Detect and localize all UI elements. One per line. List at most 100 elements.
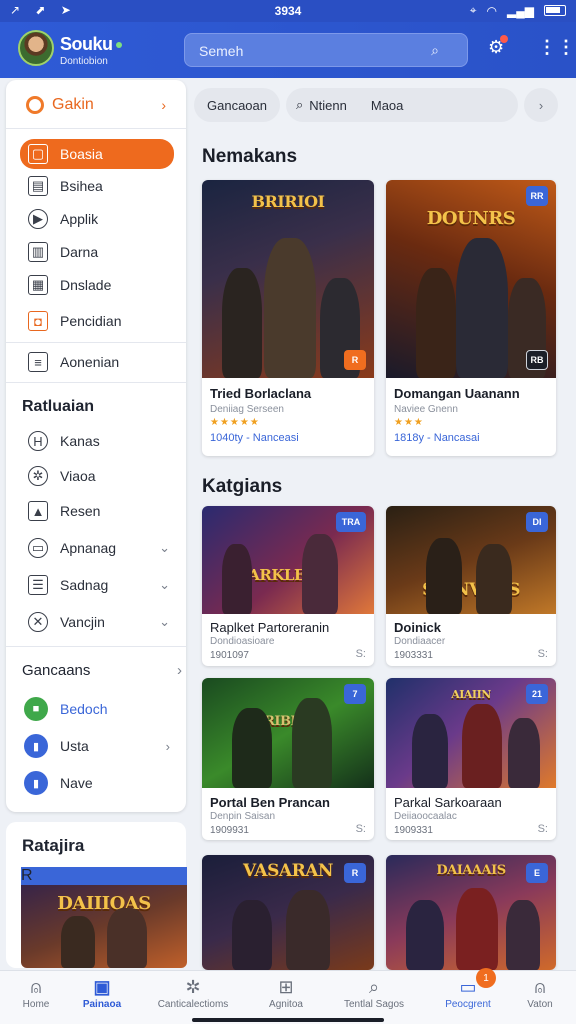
divider bbox=[6, 342, 186, 343]
chevron-down-icon[interactable]: ⌄ bbox=[159, 614, 170, 630]
green-badge-icon: ■ bbox=[24, 697, 48, 721]
x-circle-icon: ✕ bbox=[28, 612, 48, 632]
hero-figure bbox=[232, 900, 272, 970]
platform-tag: R bbox=[344, 350, 366, 370]
game-developer: Deiiaoocaalac bbox=[394, 811, 457, 822]
filter-term: Maoa bbox=[370, 97, 404, 113]
sidebar-item-viaoa[interactable]: ✲ Viaoa bbox=[20, 461, 174, 491]
category-card[interactable]: ARKLEDS TRA Raplket Partoreranin Dondioa… bbox=[202, 506, 374, 666]
sidebar-item-vancjin[interactable]: ✕ Vancjin ⌄ bbox=[20, 607, 174, 637]
sidebar-feature-card[interactable]: Ratajira DAIIIOAS R bbox=[6, 822, 187, 968]
nav-tentlal-sagos[interactable]: ⌕ Tentlal Sagos bbox=[332, 977, 416, 1010]
game-developer: Deniiag Serseen bbox=[210, 404, 284, 415]
sidebar-item-darna[interactable]: ▥ Darna bbox=[20, 237, 174, 267]
calendar-icon: ▤ bbox=[28, 176, 48, 196]
chevron-down-icon[interactable]: ⌄ bbox=[159, 540, 170, 556]
download-icon[interactable]: S: bbox=[356, 823, 366, 835]
nav-canticalectioms[interactable]: ✲ Canticalectioms bbox=[150, 977, 236, 1010]
brand: Souku Dontiobion bbox=[60, 34, 122, 67]
chevron-down-icon[interactable]: ⌄ bbox=[159, 577, 170, 593]
game-art-title: BRIRIOI bbox=[251, 192, 325, 211]
sidebar-header-label: Gakin bbox=[52, 96, 94, 113]
section-header-gancaans[interactable]: Gancaans › bbox=[22, 662, 182, 679]
avatar[interactable] bbox=[18, 30, 54, 66]
category-card[interactable]: VASARAN R bbox=[202, 855, 374, 970]
sidebar: Gakin › ▢ Boasia ▤ Bsihea ▶ Applik ▥ Dar… bbox=[6, 80, 186, 812]
game-thumbnail[interactable]: DAIIIOAS R bbox=[21, 867, 187, 968]
game-meta: 1903331 bbox=[394, 650, 433, 661]
category-card[interactable]: DAIAAAIS E bbox=[386, 855, 556, 970]
more-grid-icon[interactable]: ⋮⋮ bbox=[538, 37, 576, 58]
sidebar-item-bedoch[interactable]: ■ Bedoch bbox=[20, 694, 174, 724]
nav-label: Home bbox=[22, 999, 50, 1010]
sidebar-item-label: Nave bbox=[60, 775, 93, 791]
sidebar-item-label: Bedoch bbox=[60, 701, 108, 717]
gear-icon: ✲ bbox=[185, 977, 201, 997]
blue-badge-icon: ▮ bbox=[24, 734, 48, 758]
nav-painaoa[interactable]: ▣ Painaoa bbox=[66, 977, 138, 1010]
nav-agnitoa[interactable]: ⊞ Agnitoa bbox=[250, 977, 322, 1010]
grid-icon: ▦ bbox=[28, 275, 48, 295]
hero-figure bbox=[476, 544, 512, 614]
hero-figure bbox=[462, 704, 502, 788]
settings-gear-icon[interactable]: ⚙ bbox=[488, 35, 509, 58]
message-icon: ≡ bbox=[28, 352, 48, 372]
game-developer: Dondioasioare bbox=[210, 636, 275, 647]
sidebar-item-sadnag[interactable]: ☰ Sadnag ⌄ bbox=[20, 570, 174, 600]
category-card[interactable]: AIAIIN 21 Parkal Sarkoaraan Deiiaoocaala… bbox=[386, 678, 556, 840]
sidebar-item-label: Dnslade bbox=[60, 277, 112, 293]
filter-search[interactable]: ⌕ Ntienn Maoa bbox=[286, 88, 518, 122]
game-title: Tried Borlaclana bbox=[210, 386, 312, 401]
sidebar-item-label: Kanas bbox=[60, 433, 100, 449]
sidebar-item-pencidian[interactable]: ◘ Pencidian bbox=[20, 306, 174, 336]
platform-tag: TRA bbox=[336, 512, 366, 532]
chevron-right-icon: › bbox=[161, 97, 166, 113]
sidebar-item-usta[interactable]: ▮ Usta › bbox=[20, 731, 174, 761]
hero-figure bbox=[456, 888, 498, 970]
rating-stars: ★★★★★ bbox=[210, 417, 260, 428]
box-icon: ⊞ bbox=[278, 977, 294, 997]
sidebar-item-resen[interactable]: ▲ Resen bbox=[20, 496, 174, 526]
sidebar-item-apnanag[interactable]: ▭ Apnanag ⌄ bbox=[20, 533, 174, 563]
sidebar-item-bsihea[interactable]: ▤ Bsihea bbox=[20, 171, 174, 201]
gps-icon: ⌖ bbox=[469, 3, 477, 17]
platform-tag: R bbox=[344, 863, 366, 883]
category-card[interactable]: TRIBEOR 7 Portal Ben Prancan Denpin Sais… bbox=[202, 678, 374, 840]
sidebar-item-label: Vancjin bbox=[60, 614, 105, 630]
featured-card[interactable]: DOUNRS RR RB Domangan Uaanann Naviee Gne… bbox=[386, 180, 556, 456]
sidebar-item-label: Boasia bbox=[60, 146, 103, 162]
sidebar-card-title: Ratajira bbox=[22, 836, 85, 855]
game-art: AIAIIN 21 bbox=[386, 678, 556, 788]
sidebar-header[interactable]: Gakin › bbox=[26, 96, 166, 114]
sidebar-item-boasia[interactable]: ▢ Boasia bbox=[20, 139, 174, 169]
status-bar: ↗ ⬈ ➤ 3934 ⌖ ◠ ▂▄▆ bbox=[0, 0, 576, 22]
search-input[interactable]: Semeh ⌕ bbox=[184, 33, 468, 67]
divider bbox=[6, 382, 186, 383]
sidebar-item-aonenian[interactable]: ≡ Aonenian bbox=[20, 347, 174, 377]
game-title: Raplket Partoreranin bbox=[210, 620, 330, 635]
sidebar-item-dnslade[interactable]: ▦ Dnslade bbox=[20, 270, 174, 300]
sidebar-item-kanas[interactable]: H Kanas bbox=[20, 426, 174, 456]
hero-figure bbox=[506, 900, 540, 970]
download-icon[interactable]: S: bbox=[356, 648, 366, 660]
category-card[interactable]: SAINVANS DI Doinick Dondiaacer 1903331 S… bbox=[386, 506, 556, 666]
section-title-featured: Nemakans bbox=[202, 146, 298, 167]
nav-home[interactable]: ⍝ Home bbox=[0, 977, 72, 1010]
download-icon[interactable]: S: bbox=[538, 648, 548, 660]
nav-vaton[interactable]: ⍝ Vaton bbox=[504, 977, 576, 1010]
sidebar-item-label: Resen bbox=[60, 503, 101, 519]
download-icon[interactable]: S: bbox=[538, 823, 548, 835]
sidebar-item-nave[interactable]: ▮ Nave bbox=[20, 768, 174, 798]
blue-badge-icon: ▮ bbox=[24, 771, 48, 795]
filter-chip[interactable]: Gancaoan bbox=[194, 88, 280, 122]
game-title: Parkal Sarkoaraan bbox=[394, 795, 502, 810]
game-meta: 1040ty - Nanceasi bbox=[210, 432, 299, 444]
brand-name: Souku bbox=[60, 34, 113, 54]
featured-card[interactable]: BRIRIOI R Tried Borlaclana Deniiag Serse… bbox=[202, 180, 374, 456]
hero-figure bbox=[416, 268, 456, 378]
game-art-title: DOUNRS bbox=[426, 208, 516, 229]
chevron-right-icon[interactable]: › bbox=[524, 88, 558, 122]
list-icon: ☰ bbox=[28, 575, 48, 595]
sidebar-item-applik[interactable]: ▶ Applik bbox=[20, 204, 174, 234]
search-icon: ⌕ bbox=[368, 977, 380, 997]
